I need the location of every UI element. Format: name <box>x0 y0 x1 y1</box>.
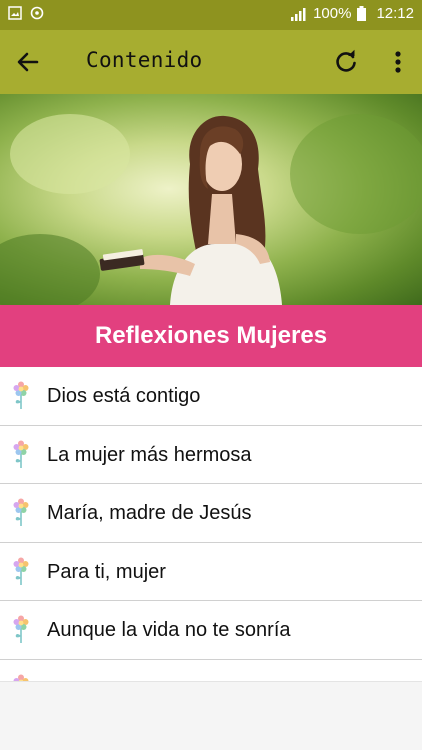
timer-icon <box>30 6 44 20</box>
list-item-label: La mujer más hermosa <box>47 443 252 466</box>
gallery-icon <box>8 6 22 20</box>
section-banner: Reflexiones Mujeres <box>0 305 422 367</box>
list-item[interactable]: Dios está contigo <box>0 367 422 426</box>
list-item[interactable]: María, madre de Jesús <box>0 484 422 543</box>
more-vertical-icon[interactable] <box>388 48 408 76</box>
list-item-label: Para ti, mujer <box>47 560 166 583</box>
refresh-icon[interactable] <box>332 48 360 76</box>
list-item[interactable]: Aunque la vida no te sonría <box>0 601 422 660</box>
banner-title: Reflexiones Mujeres <box>94 322 328 349</box>
clock: 12:12 <box>376 5 414 22</box>
flower-icon <box>13 557 29 585</box>
flower-icon <box>13 381 29 409</box>
status-bar: 100% 12:12 <box>0 0 422 30</box>
bottom-area <box>0 681 422 750</box>
woman-reading-illustration <box>0 114 422 305</box>
list-item-label: María, madre de Jesús <box>47 502 252 524</box>
page-title: Contenido <box>86 48 203 72</box>
list-item-label: Dios está contigo <box>47 385 201 407</box>
signal-icon <box>291 7 306 21</box>
battery-percent: 100% <box>313 5 352 22</box>
flower-icon <box>13 440 29 468</box>
list-item[interactable]: Para ti, mujer <box>0 543 422 601</box>
flower-icon <box>13 674 29 681</box>
content-list[interactable]: Dios está contigo La mujer más hermosa M… <box>0 367 422 681</box>
list-item-label: Aunque la vida no te sonría <box>47 619 291 641</box>
list-item[interactable]: La mujer más hermosa <box>0 426 422 484</box>
list-item[interactable] <box>0 660 422 681</box>
battery-icon <box>357 6 367 21</box>
flower-icon <box>13 615 29 643</box>
header-image <box>0 94 422 305</box>
app-bar: Contenido <box>0 30 422 94</box>
back-arrow-icon[interactable] <box>14 48 42 76</box>
flower-icon <box>13 498 29 526</box>
